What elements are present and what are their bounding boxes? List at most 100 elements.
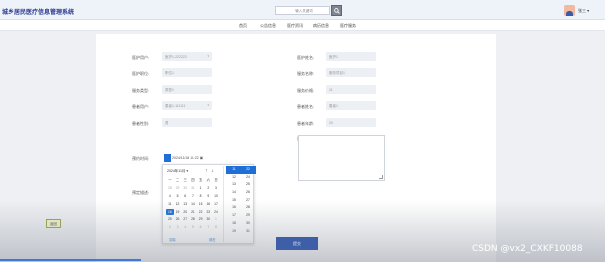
label-doctor-name: 医护姓名: <box>297 55 315 60</box>
submit-button[interactable]: 提交 <box>276 237 318 250</box>
label-result: 预定描述: <box>132 190 150 195</box>
app-title: 城乡居民医疗信息管理系统 <box>2 10 75 16</box>
calendar-day[interactable]: 3 <box>174 224 182 231</box>
minute-option[interactable]: 27 <box>240 197 256 205</box>
calendar-day[interactable]: 7 <box>204 224 212 231</box>
nav-item-medical-news[interactable]: 医疗资讯 <box>287 23 303 29</box>
minute-option[interactable]: 28 <box>240 204 256 212</box>
calendar-day[interactable]: 2 <box>166 224 174 231</box>
calendar-day[interactable]: 31 <box>189 185 197 192</box>
avatar[interactable] <box>564 5 575 16</box>
main-nav: 首页 公告信息 医疗资讯 病历信息 医疗服务 <box>0 20 605 31</box>
calendar-day[interactable]: 10 <box>212 193 220 200</box>
calendar-day[interactable]: 8 <box>197 193 205 200</box>
calendar-day[interactable]: 11 <box>166 201 174 208</box>
calendar-day[interactable]: 9 <box>204 193 212 200</box>
calendar-day[interactable]: 28 <box>189 216 197 223</box>
minute-option[interactable]: 31 <box>240 228 256 236</box>
calendar-day[interactable]: 13 <box>181 201 189 208</box>
calendar-day[interactable]: 2 <box>204 185 212 192</box>
calendar-day[interactable]: 16 <box>204 201 212 208</box>
minute-option[interactable]: 24 <box>240 174 256 182</box>
calendar-day[interactable]: 23 <box>204 209 212 216</box>
calendar-day[interactable]: 21 <box>189 209 197 216</box>
user-name-menu[interactable]: 张三 ▾ <box>578 8 589 14</box>
label-patient-gender: 患者性别: <box>132 121 150 126</box>
calendar-day[interactable]: 8 <box>212 224 220 231</box>
minute-option[interactable]: 26 <box>240 189 256 197</box>
appointment-note-textarea[interactable] <box>298 135 385 181</box>
calendar-day[interactable]: 7 <box>189 193 197 200</box>
patient-age-field[interactable]: 20 <box>326 118 376 127</box>
calendar-day[interactable]: 19 <box>174 209 182 216</box>
service-price-field[interactable]: 11 <box>326 85 376 94</box>
calendar-day[interactable]: 4 <box>166 193 174 200</box>
appointment-time-input[interactable]: 2024/11/18 11:22 ▣ <box>164 154 209 162</box>
search-button[interactable] <box>331 5 342 16</box>
minute-column[interactable]: 22 24 25 26 27 28 29 30 31 <box>240 166 256 235</box>
calendar-day[interactable]: 27 <box>181 216 189 223</box>
calendar-day[interactable]: 3 <box>212 185 220 192</box>
calendar-day[interactable]: 17 <box>212 201 220 208</box>
label-patient-account: 患者用户: <box>132 104 150 109</box>
minute-option[interactable]: 30 <box>240 220 256 228</box>
nav-item-records[interactable]: 病历信息 <box>313 23 329 29</box>
calendar-day[interactable]: 28 <box>166 185 174 192</box>
nav-item-services[interactable]: 医疗服务 <box>340 23 356 29</box>
weekday-header: 三 <box>183 178 187 182</box>
form-panel <box>96 34 496 262</box>
patient-account-select[interactable]: 患者1-111111 <box>162 101 212 110</box>
service-name-field[interactable]: 服务项目1 <box>326 68 376 77</box>
calendar-now-button[interactable]: 现在 <box>209 237 216 242</box>
calendar-day[interactable]: 20 <box>181 209 189 216</box>
calendar-day[interactable]: 29 <box>197 216 205 223</box>
calendar-day[interactable]: 22 <box>197 209 205 216</box>
label-service-type: 服务类型: <box>132 88 150 93</box>
weekday-header: 二 <box>175 178 180 182</box>
calendar-day[interactable]: 29 <box>174 185 182 192</box>
doctor-title-field[interactable]: 职位1 <box>162 68 212 77</box>
minute-option[interactable]: 22 <box>240 166 256 174</box>
label-service-price: 服务价格: <box>297 88 315 93</box>
weekday-header: 六 <box>206 178 210 182</box>
calendar-clear-button[interactable]: 清除 <box>169 237 176 242</box>
calendar-day[interactable]: 30 <box>204 216 212 223</box>
search-input[interactable]: 输入关键词 <box>275 6 330 15</box>
label-appointment-time: 预约时间: <box>132 156 150 161</box>
doctor-account-select[interactable]: 医护1-222222 <box>162 52 212 61</box>
calendar-day[interactable]: 1 <box>212 216 220 223</box>
label-doctor-title: 医护职位: <box>132 71 150 76</box>
calendar-day[interactable]: 25 <box>166 216 174 223</box>
minute-option[interactable]: 29 <box>240 212 256 220</box>
calendar-day[interactable]: 30 <box>181 185 189 192</box>
watermark: CSDN @vx2_CXKF10088 <box>472 244 583 254</box>
service-type-field[interactable]: 类型1 <box>162 85 212 94</box>
calendar-day[interactable]: 12 <box>174 201 182 208</box>
calendar-day[interactable]: 14 <box>189 201 197 208</box>
calendar-month-select[interactable]: 2024年11月 ▾ <box>167 169 188 174</box>
back-button[interactable]: 返回 <box>46 219 61 228</box>
calendar-day[interactable]: 6 <box>197 224 205 231</box>
nav-item-home[interactable]: 首页 <box>239 23 247 29</box>
calendar-day[interactable]: 24 <box>212 209 220 216</box>
weekday-header: 日 <box>214 178 218 182</box>
calendar-day-selected[interactable]: 18 <box>166 208 174 216</box>
label-patient-age: 患者年龄: <box>297 121 315 126</box>
patient-name-field[interactable]: 患者1 <box>326 101 376 110</box>
weekday-header: 四 <box>191 178 195 182</box>
calendar-day[interactable]: 15 <box>197 201 205 208</box>
top-header: 城乡居民医疗信息管理系统 输入关键词 张三 ▾ <box>0 0 605 20</box>
calendar-day[interactable]: 26 <box>174 216 182 223</box>
calendar-nav-arrows[interactable]: ↑↓ <box>205 168 218 174</box>
patient-gender-field[interactable]: 男 <box>162 118 212 127</box>
calendar-day[interactable]: 6 <box>181 193 189 200</box>
nav-item-announcements[interactable]: 公告信息 <box>260 23 276 29</box>
calendar-day[interactable]: 1 <box>197 185 205 192</box>
calendar-day[interactable]: 4 <box>181 224 189 231</box>
calendar-day[interactable]: 5 <box>174 193 182 200</box>
doctor-name-field[interactable]: 医护1 <box>326 52 376 61</box>
weekday-header: 五 <box>198 178 203 182</box>
label-doctor-account: 医护用户: <box>132 55 150 60</box>
calendar-day[interactable]: 5 <box>189 224 197 231</box>
minute-option[interactable]: 25 <box>240 181 256 189</box>
